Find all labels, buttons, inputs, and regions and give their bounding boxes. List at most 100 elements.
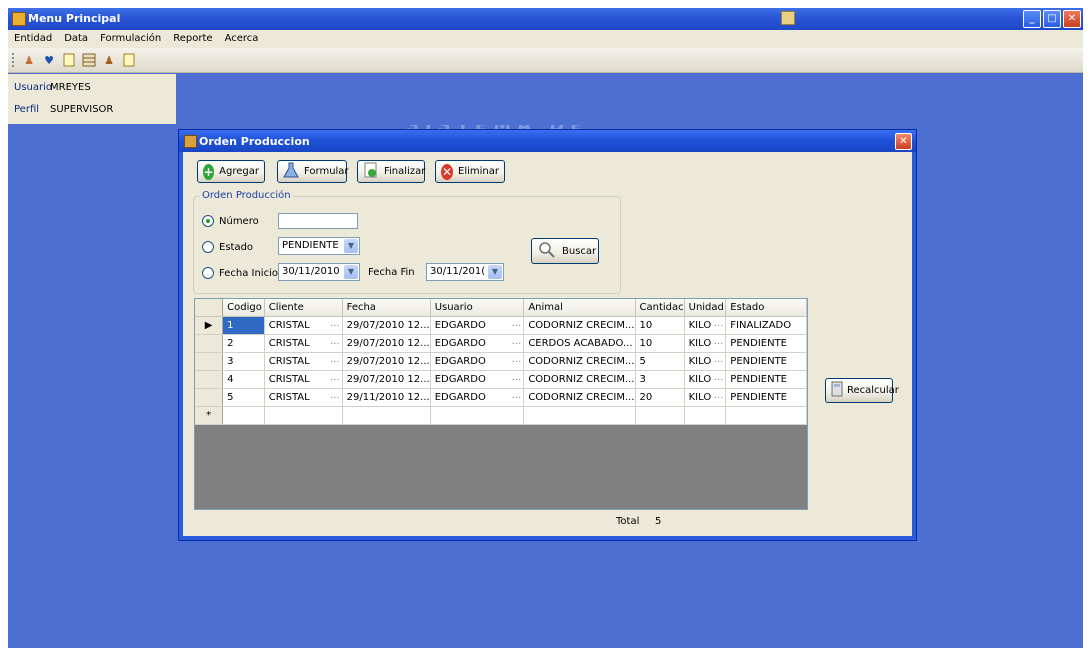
document-icon[interactable] [121,52,137,68]
new-cell[interactable] [684,406,727,425]
col-header-codigo[interactable]: Codigo [222,299,265,317]
row-header[interactable] [195,334,224,353]
fecha-fin-picker[interactable]: 30/11/201( ▼ [426,263,504,281]
orden-grid[interactable]: Codigo Cliente Fecha Usuario Animal Cant… [194,298,808,510]
col-header-unidad[interactable]: Unidad [684,299,727,317]
cell-cantidad[interactable]: 10 [635,334,685,353]
table-row[interactable]: 5 CRISTAL... 29/11/2010 12... EDGARDO...… [195,388,807,407]
cell-animal[interactable]: CERDOS ACABADO... [523,334,636,353]
row-header[interactable] [195,352,224,371]
numero-input[interactable] [278,213,358,229]
col-header-fecha[interactable]: Fecha [342,299,431,317]
heart-icon[interactable]: ♥ [41,52,57,68]
cell-unidad[interactable]: KILO... [684,388,727,407]
cell-fecha[interactable]: 29/07/2010 12... [342,370,431,389]
cell-codigo[interactable]: 1 [222,316,265,335]
cell-fecha[interactable]: 29/07/2010 12... [342,352,431,371]
recalcular-button[interactable]: Recalcular [825,378,899,403]
new-cell[interactable] [264,406,343,425]
maximize-button[interactable]: □ [1043,10,1061,28]
cell-fecha[interactable]: 29/07/2010 12... [342,316,431,335]
tray-icon[interactable] [781,11,795,25]
new-cell[interactable] [430,406,525,425]
cell-fecha[interactable]: 29/11/2010 12... [342,388,431,407]
col-header-cliente[interactable]: Cliente [264,299,343,317]
col-header-cantidad[interactable]: Cantidac [635,299,685,317]
table-icon[interactable] [81,52,97,68]
estado-radio[interactable]: Estado [202,241,253,253]
new-cell[interactable] [523,406,636,425]
numero-radio[interactable]: Número [202,215,259,227]
col-header-usuario[interactable]: Usuario [430,299,525,317]
row-header[interactable] [195,388,224,407]
cell-cliente[interactable]: CRISTAL... [264,334,343,353]
col-header-animal[interactable]: Animal [523,299,636,317]
col-header-estado[interactable]: Estado [725,299,807,317]
cell-estado[interactable]: FINALIZADO [725,316,807,335]
agregar-button[interactable]: + Agregar [197,160,265,183]
cell-unidad[interactable]: KILO... [684,370,727,389]
menu-reporte[interactable]: Reporte [167,30,218,48]
chevron-down-icon[interactable]: ▼ [344,239,358,253]
formular-button[interactable]: Formular [277,160,349,183]
cell-codigo[interactable]: 3 [222,352,265,371]
chevron-down-icon[interactable]: ▼ [344,265,358,279]
document-icon[interactable] [61,52,77,68]
cell-codigo[interactable]: 2 [222,334,265,353]
new-cell[interactable] [222,406,265,425]
estado-select[interactable]: PENDIENTE ▼ [278,237,360,255]
chevron-down-icon[interactable]: ▼ [488,265,502,279]
cell-cantidad[interactable]: 10 [635,316,685,335]
new-cell[interactable] [725,406,807,425]
cell-estado[interactable]: PENDIENTE [725,352,807,371]
cell-usuario[interactable]: EDGARDO... [430,334,525,353]
close-button[interactable]: ✕ [895,133,912,150]
finalizar-button[interactable]: Finalizar [357,160,425,183]
cell-estado[interactable]: PENDIENTE [725,370,807,389]
cell-estado[interactable]: PENDIENTE [725,334,807,353]
table-row[interactable]: 4 CRISTAL... 29/07/2010 12... EDGARDO...… [195,370,807,389]
new-row[interactable]: * [195,406,807,425]
cell-unidad[interactable]: KILO... [684,316,727,335]
cell-unidad[interactable]: KILO... [684,352,727,371]
table-row[interactable]: ▶ 1 CRISTAL... 29/07/2010 12... EDGARDO.… [195,316,807,335]
cell-cliente[interactable]: CRISTAL... [264,316,343,335]
cell-usuario[interactable]: EDGARDO... [430,370,525,389]
close-button[interactable]: ✕ [1063,10,1081,28]
cell-animal[interactable]: CODORNIZ CRECIM... [523,370,636,389]
menu-acerca[interactable]: Acerca [219,30,265,48]
cell-usuario[interactable]: EDGARDO... [430,388,525,407]
menu-data[interactable]: Data [58,30,94,48]
cell-cantidad[interactable]: 3 [635,370,685,389]
table-row[interactable]: 2 CRISTAL... 29/07/2010 12... EDGARDO...… [195,334,807,353]
row-header[interactable] [195,370,224,389]
buscar-button[interactable]: Buscar [531,238,599,264]
cell-unidad[interactable]: KILO... [684,334,727,353]
new-cell[interactable] [635,406,685,425]
new-row-marker-icon[interactable]: * [195,406,224,425]
cell-animal[interactable]: CODORNIZ CRECIM... [523,316,636,335]
toolbar-grip-icon[interactable] [12,53,17,67]
cell-usuario[interactable]: EDGARDO... [430,352,525,371]
fecha-inicio-radio[interactable]: Fecha Inicio [202,267,278,279]
cell-cliente[interactable]: CRISTAL... [264,370,343,389]
cell-codigo[interactable]: 4 [222,370,265,389]
minimize-button[interactable]: _ [1023,10,1041,28]
current-row-marker-icon[interactable]: ▶ [195,316,224,335]
person-icon[interactable]: ♟ [21,52,37,68]
menu-entidad[interactable]: Entidad [8,30,58,48]
table-row[interactable]: 3 CRISTAL... 29/07/2010 12... EDGARDO...… [195,352,807,371]
cell-cantidad[interactable]: 5 [635,352,685,371]
cell-cantidad[interactable]: 20 [635,388,685,407]
cell-animal[interactable]: CODORNIZ CRECIM... [523,388,636,407]
menu-formulacion[interactable]: Formulación [94,30,167,48]
cell-animal[interactable]: CODORNIZ CRECIM... [523,352,636,371]
cell-usuario[interactable]: EDGARDO... [430,316,525,335]
cell-cliente[interactable]: CRISTAL... [264,388,343,407]
cell-codigo[interactable]: 5 [222,388,265,407]
eliminar-button[interactable]: ✕ Eliminar [435,160,505,183]
cell-fecha[interactable]: 29/07/2010 12... [342,334,431,353]
cell-estado[interactable]: PENDIENTE [725,388,807,407]
person-icon[interactable]: ♟ [101,52,117,68]
cell-cliente[interactable]: CRISTAL... [264,352,343,371]
